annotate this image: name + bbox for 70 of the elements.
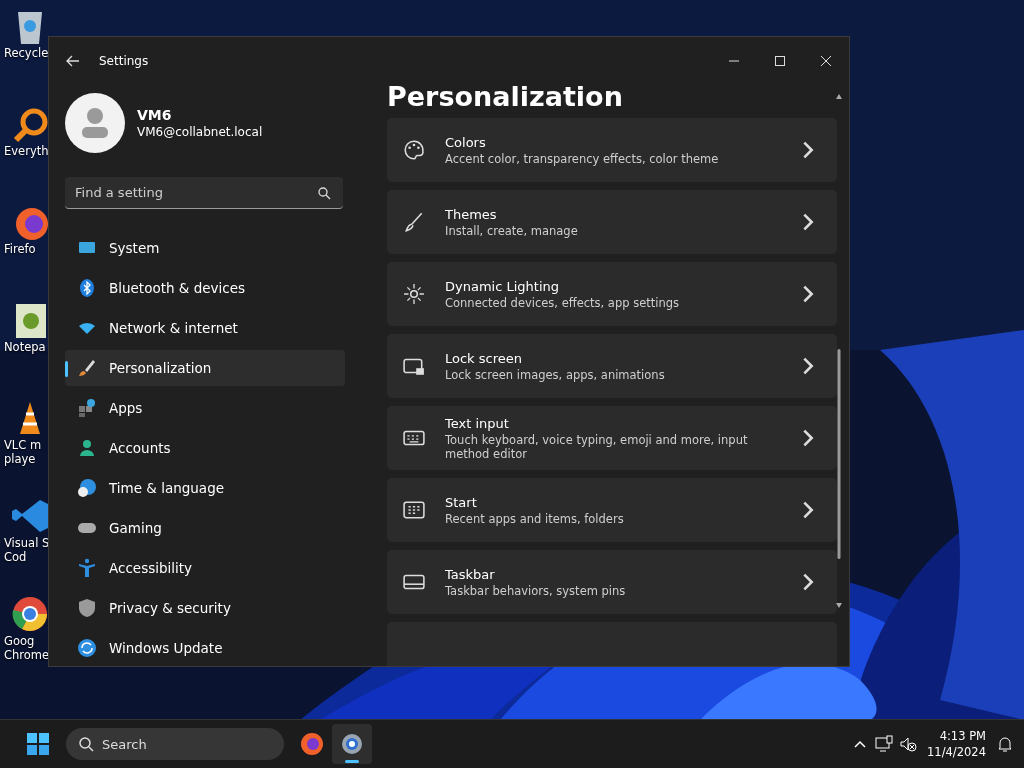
desktop-icon-label: Everyth <box>4 144 49 158</box>
palette-icon <box>403 139 425 161</box>
sidebar-item[interactable]: Bluetooth & devices <box>65 270 345 306</box>
settings-card[interactable]: Taskbar Taskbar behaviors, system pins <box>387 550 837 614</box>
desktop-icon-label: Firefo <box>4 242 36 256</box>
window-title: Settings <box>99 54 149 68</box>
desktop-icon-label: Recycle <box>4 46 49 60</box>
user-name: VM6 <box>137 107 173 123</box>
paintbrush-icon <box>77 358 97 378</box>
sidebar-item[interactable]: Apps <box>65 390 345 426</box>
card-description: Touch keyboard, voice typing, emoji and more, input method editor <box>445 432 749 461</box>
settings-card[interactable]: Lock screen Lock screen images, apps, animations <box>387 334 837 398</box>
search-icon <box>78 736 94 752</box>
card-title: Lock screen <box>445 350 522 366</box>
desktop-icon-label: Goog <box>4 634 35 648</box>
settings-card[interactable]: Start Recent apps and items, folders <box>387 478 837 542</box>
card-title: Taskbar <box>445 566 495 582</box>
card-description: Taskbar behaviors, system pins <box>445 583 626 598</box>
person-icon <box>77 438 97 458</box>
desktop-icon-label: Cod <box>4 550 27 564</box>
update-icon <box>77 638 97 658</box>
sidebar-item[interactable]: Gaming <box>65 510 345 546</box>
settings-card[interactable]: Text input Touch keyboard, voice typing, emoji and more, input method editor <box>387 406 837 470</box>
speaker-muted-icon[interactable] <box>899 735 918 753</box>
desktop-icon-label: playe <box>4 452 36 466</box>
avatar-icon[interactable] <box>65 93 125 153</box>
card-description: Recent apps and items, folders <box>445 511 624 526</box>
card-title: Dynamic Lighting <box>445 278 559 294</box>
sidebar-item[interactable]: Network & internet <box>65 310 345 346</box>
shield-icon <box>77 598 97 618</box>
sidebar-item[interactable]: Privacy & security <box>65 590 345 626</box>
accessibility-icon <box>77 558 97 578</box>
card-description: Accent color, transparency effects, color theme <box>445 151 719 166</box>
card-description: Install, create, manage <box>445 223 578 238</box>
card-title: Start <box>445 494 477 510</box>
sidebar-item[interactable]: System <box>65 230 345 266</box>
chrome-icon[interactable] <box>10 594 50 634</box>
bell-icon[interactable] <box>996 735 1014 753</box>
brush-icon <box>403 211 425 233</box>
apps-icon <box>77 398 97 418</box>
settings-search-field[interactable]: Find a setting <box>65 177 343 209</box>
desktop-icon-label: VLC m <box>4 438 42 452</box>
close-icon <box>821 56 831 66</box>
card-description: Connected devices, effects, app settings <box>445 295 680 310</box>
settings-card[interactable]: Dynamic Lighting Connected devices, effects, app settings <box>387 262 837 326</box>
card-title: Themes <box>445 206 497 222</box>
desktop-icon-label: Notepa <box>4 340 46 354</box>
desktop-icon-label: Visual S <box>4 536 50 550</box>
card-title: Colors <box>445 134 486 150</box>
sidebar-item[interactable]: Time & language <box>65 470 345 506</box>
sidebar-item[interactable]: Windows Update <box>65 630 345 666</box>
settings-card[interactable]: Themes Install, create, manage <box>387 190 837 254</box>
maximize-icon <box>775 56 785 66</box>
desktop-icon-label: Chrome <box>4 648 50 662</box>
gear-icon[interactable] <box>332 724 372 764</box>
card-title: Text input <box>445 415 509 431</box>
user-email: VM6@collabnet.local <box>137 125 263 139</box>
settings-card[interactable]: Colors Accent color, transparency effects, color theme <box>387 118 837 182</box>
bluetooth-icon <box>77 278 97 298</box>
card-description: Lock screen images, apps, animations <box>445 367 665 382</box>
search-icon <box>317 186 331 200</box>
sidebar-item[interactable]: Accounts <box>65 430 345 466</box>
taskbar-search-field[interactable]: Search <box>66 728 284 760</box>
start-grid-icon <box>403 499 425 521</box>
monitor-icon[interactable] <box>875 735 894 753</box>
sidebar-item[interactable]: Personalization <box>65 350 345 386</box>
page-title: Personalization <box>387 80 624 114</box>
sun-icon <box>403 283 425 305</box>
clock[interactable]: 4:13 PM 11/4/2024 <box>923 728 990 760</box>
sidebar-item[interactable]: Accessibility <box>65 550 345 586</box>
